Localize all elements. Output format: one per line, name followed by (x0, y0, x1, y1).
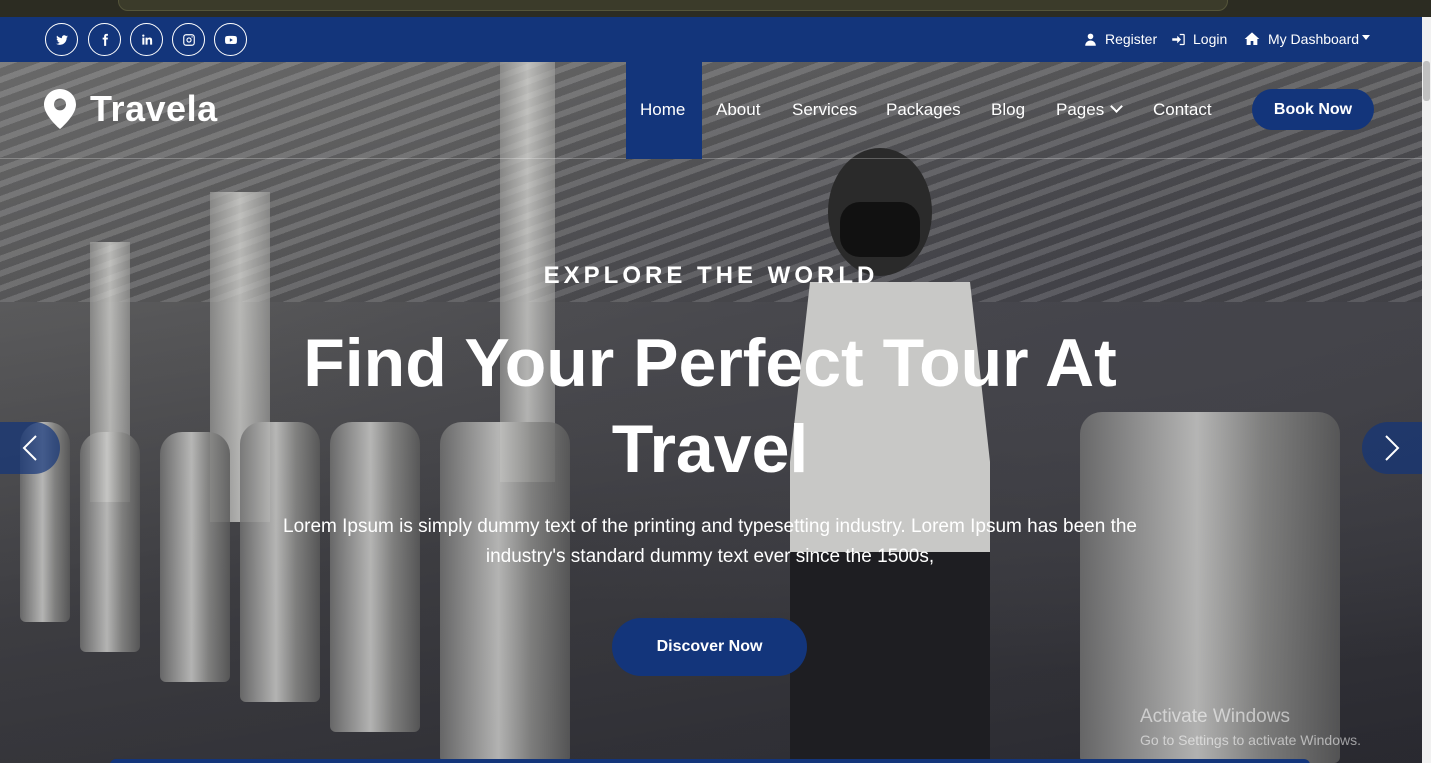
nav-home[interactable]: Home (640, 100, 685, 120)
hero-eyebrow: EXPLORE THE WORLD (543, 262, 879, 289)
discover-now-button[interactable]: Discover Now (612, 618, 807, 676)
watermark-title: Activate Windows (1140, 706, 1290, 727)
register-label: Register (1105, 31, 1158, 47)
top-bar: Register Login My Dashboard (0, 17, 1422, 62)
facebook-icon[interactable] (88, 23, 121, 56)
sign-in-icon (1172, 33, 1185, 45)
address-bar[interactable] (118, 0, 1228, 11)
hero-title: Find Your Perfect Tour At Travel (303, 325, 1117, 487)
dashboard-label: My Dashboard (1268, 31, 1360, 47)
watermark-subtitle: Go to Settings to activate Windows. (1140, 732, 1361, 748)
nav-about[interactable]: About (716, 100, 760, 120)
home-icon (1244, 32, 1260, 45)
chevron-right-icon (1385, 435, 1400, 461)
linkedin-icon[interactable] (130, 23, 163, 56)
twitter-icon[interactable] (45, 23, 78, 56)
hero-text: Lorem Ipsum is simply dummy text of the … (283, 516, 1137, 567)
nav-pages-dropdown[interactable]: Pages (1056, 100, 1124, 120)
nav-contact[interactable]: Contact (1153, 100, 1212, 120)
nav-services[interactable]: Services (792, 100, 857, 120)
dashboard-dropdown[interactable]: My Dashboard (1243, 31, 1371, 47)
chevron-left-icon (22, 435, 37, 461)
nav-packages[interactable]: Packages (886, 100, 961, 120)
hero-carousel: Travela Home About Services Packages Blo… (0, 62, 1422, 763)
brand-logo[interactable]: Travela (44, 88, 218, 130)
scrollbar-thumb[interactable] (1423, 61, 1430, 101)
browser-chrome (0, 0, 1431, 17)
search-bar-edge (110, 759, 1310, 763)
user-icon (1085, 33, 1096, 46)
carousel-next-button[interactable] (1362, 422, 1422, 474)
register-link[interactable]: Register (1083, 31, 1157, 47)
book-now-button[interactable]: Book Now (1252, 89, 1374, 130)
windows-activation-watermark: Activate Windows Go to Settings to activ… (1140, 706, 1361, 748)
page-scrollbar[interactable] (1422, 17, 1431, 763)
youtube-icon[interactable] (214, 23, 247, 56)
map-pin-icon (44, 89, 76, 129)
instagram-icon[interactable] (172, 23, 205, 56)
login-link[interactable]: Login (1171, 31, 1227, 47)
chevron-down-icon (1110, 100, 1124, 113)
brand-name: Travela (90, 88, 218, 129)
nav-blog[interactable]: Blog (991, 100, 1025, 120)
carousel-prev-button[interactable] (0, 422, 60, 474)
nav-pages-label: Pages (1056, 100, 1105, 119)
login-label: Login (1193, 31, 1228, 47)
caret-down-icon (1362, 35, 1371, 40)
